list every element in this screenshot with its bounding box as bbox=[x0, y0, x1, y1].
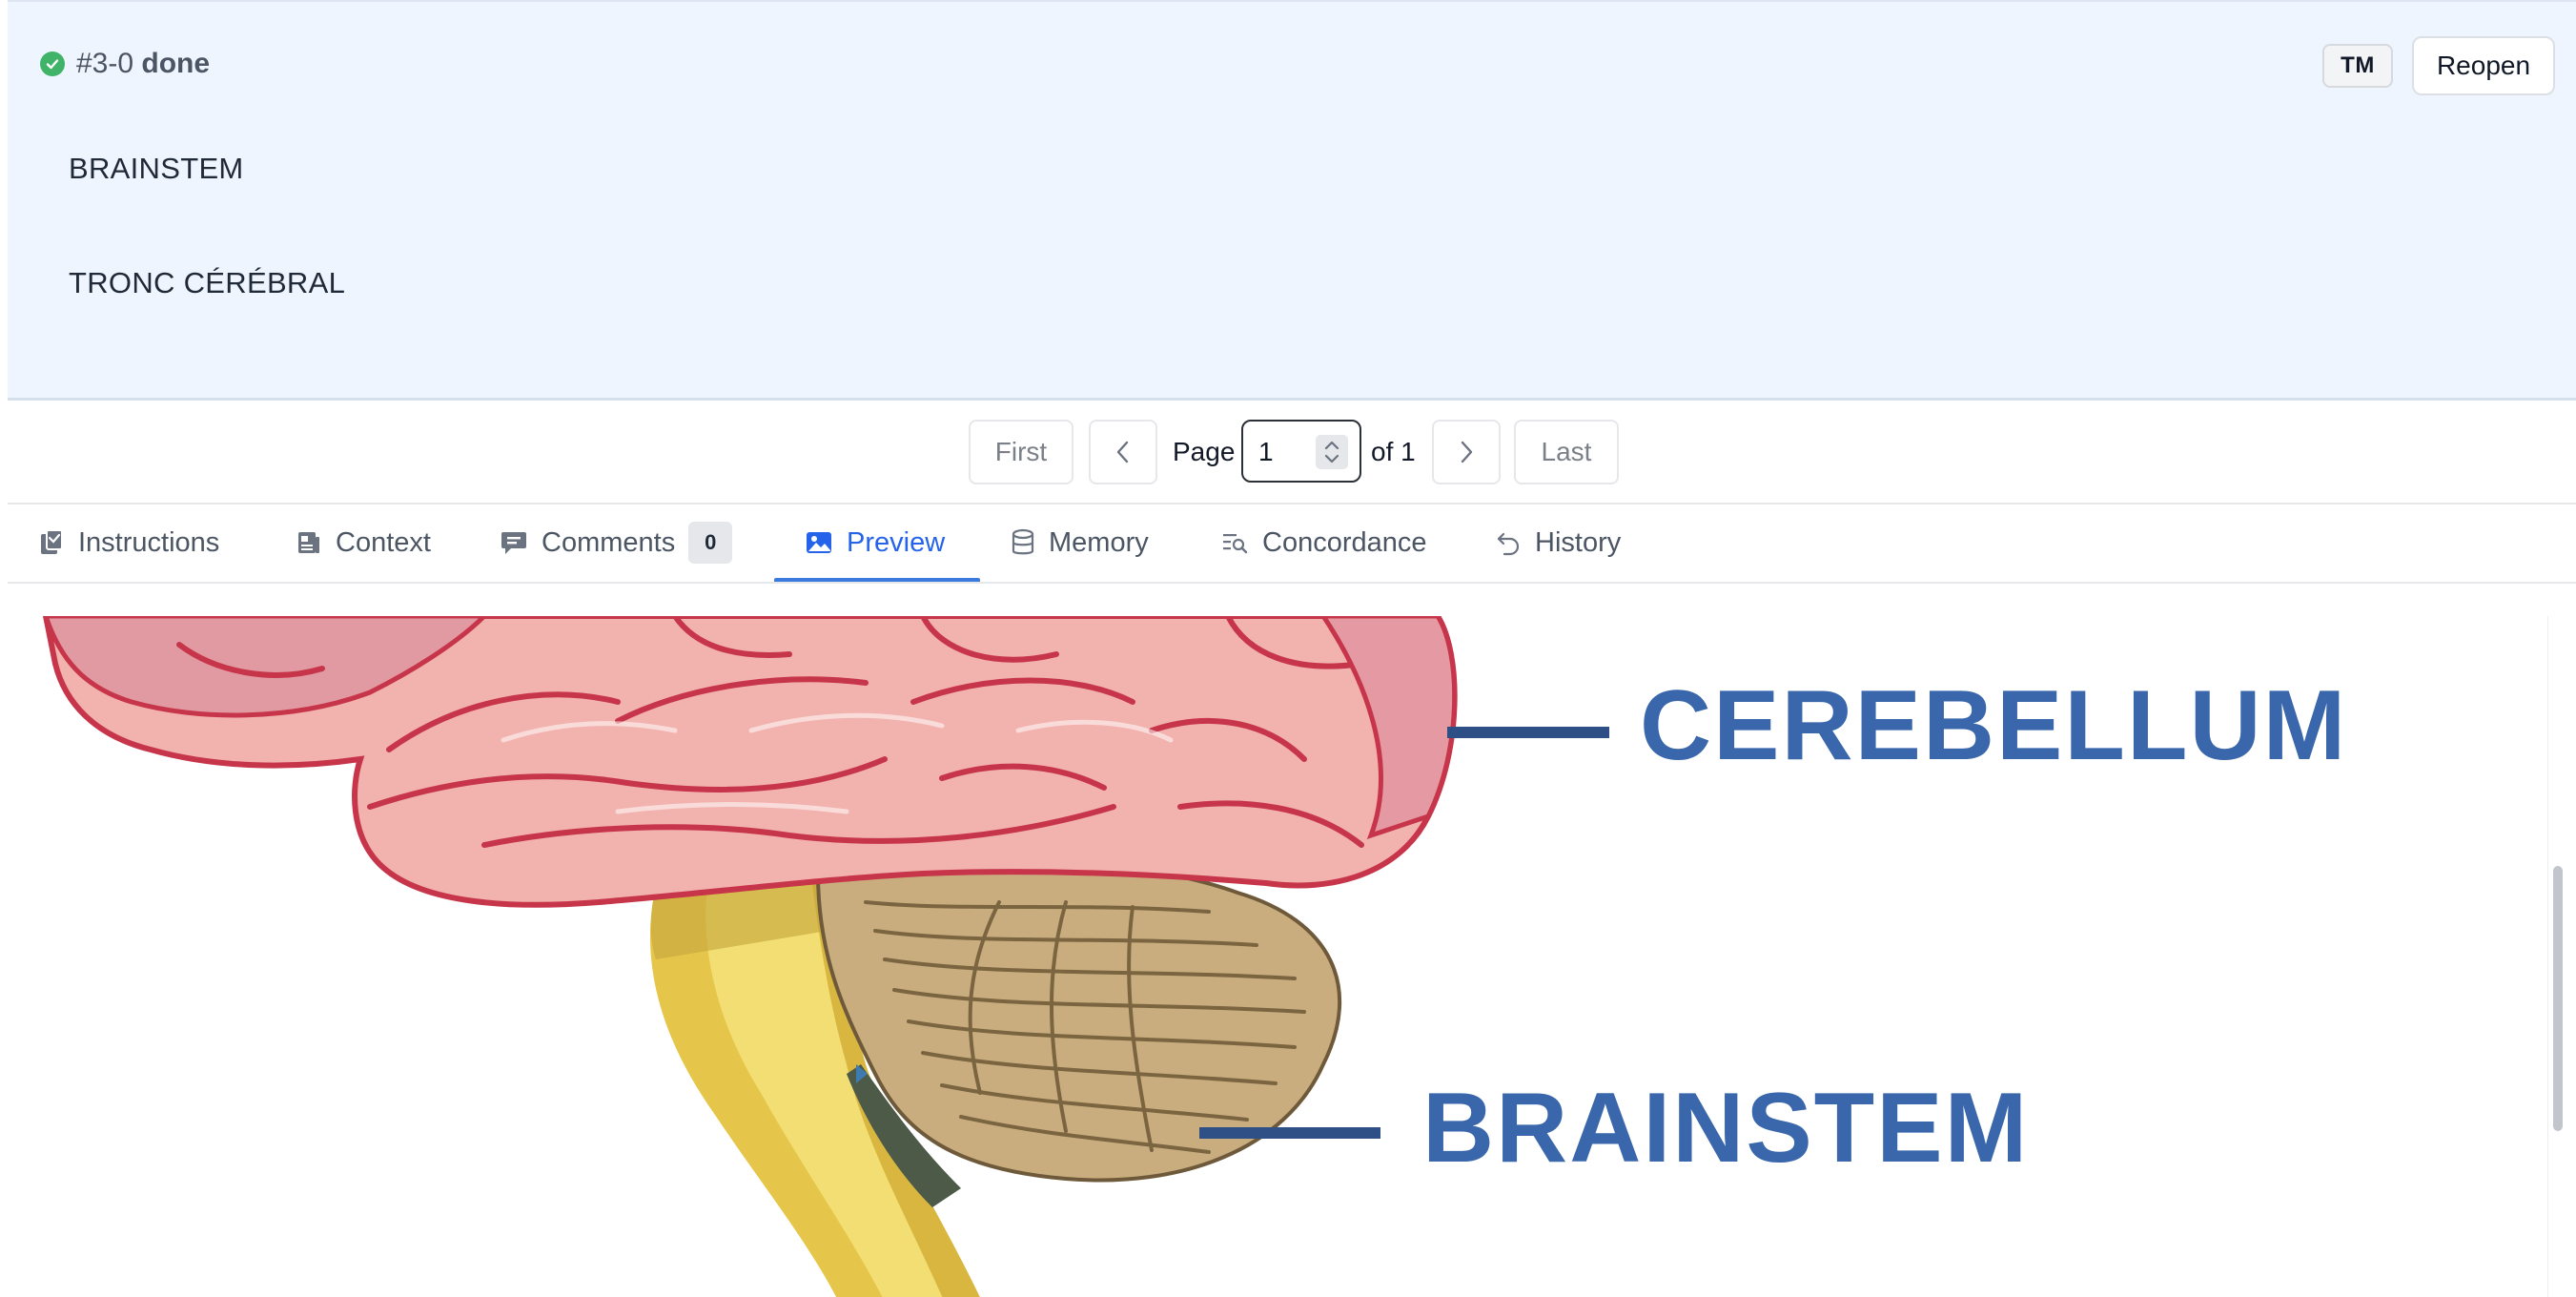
page-number-stepper[interactable] bbox=[1241, 420, 1361, 483]
preview-pane: CEREBELLUM BRAINSTEM bbox=[8, 616, 2544, 1297]
chevron-right-icon bbox=[1461, 441, 1473, 463]
segment-panel: #3-0 done BRAINSTEM TRONC CÉRÉBRAL TM Re… bbox=[8, 0, 2576, 401]
brain-illustration: CEREBELLUM BRAINSTEM bbox=[42, 616, 2347, 1297]
tab-label: Instructions bbox=[78, 526, 220, 558]
tab-preview[interactable]: Preview bbox=[805, 504, 945, 582]
tab-label: Memory bbox=[1049, 526, 1149, 558]
clipboard-icon bbox=[41, 529, 63, 554]
segment-id: #3-0 bbox=[76, 48, 134, 79]
tab-comments[interactable]: Comments 0 bbox=[500, 504, 733, 582]
tab-concordance[interactable]: Concordance bbox=[1220, 504, 1427, 582]
first-page-button[interactable]: First bbox=[969, 420, 1073, 484]
scrollbar-thumb[interactable] bbox=[2553, 866, 2563, 1131]
tab-history[interactable]: History bbox=[1495, 504, 1621, 582]
chevron-left-icon bbox=[1116, 441, 1129, 463]
preview-scrollbar[interactable] bbox=[2547, 616, 2566, 1297]
target-text[interactable]: TRONC CÉRÉBRAL bbox=[69, 266, 345, 300]
segment-status: #3-0 done bbox=[40, 48, 210, 80]
source-text: BRAINSTEM bbox=[69, 152, 244, 185]
tab-instructions[interactable]: Instructions bbox=[38, 504, 219, 582]
divider bbox=[8, 582, 2576, 584]
tab-label: Comments bbox=[542, 526, 676, 558]
tab-label: Context bbox=[336, 526, 431, 558]
text-search-icon bbox=[1223, 534, 1248, 554]
check-circle-icon bbox=[40, 51, 65, 76]
tab-context[interactable]: Context bbox=[296, 504, 431, 582]
database-icon bbox=[1012, 528, 1034, 555]
chat-bubble-icon bbox=[501, 532, 526, 554]
diagram-label-brainstem: BRAINSTEM bbox=[1422, 1073, 2029, 1184]
reopen-button[interactable]: Reopen bbox=[2412, 36, 2555, 95]
tab-label: Concordance bbox=[1262, 526, 1427, 558]
status-label: done bbox=[141, 48, 211, 79]
stepper-arrows-icon[interactable] bbox=[1316, 435, 1348, 469]
page-label: Page bbox=[1173, 437, 1236, 466]
previous-page-button[interactable] bbox=[1089, 420, 1157, 484]
page-number-input[interactable] bbox=[1258, 435, 1316, 469]
image-icon bbox=[807, 532, 831, 553]
next-page-button[interactable] bbox=[1432, 420, 1501, 484]
tab-memory[interactable]: Memory bbox=[1011, 504, 1149, 582]
pagination: First Page of 1 Last bbox=[0, 420, 2576, 486]
last-page-button[interactable]: Last bbox=[1514, 420, 1619, 484]
page-count-label: of 1 bbox=[1371, 437, 1416, 466]
diagram-label-cerebellum: CEREBELLUM bbox=[1640, 670, 2347, 781]
document-icon bbox=[298, 532, 319, 553]
status-text: #3-0 done bbox=[76, 48, 210, 80]
tm-badge[interactable]: TM bbox=[2322, 44, 2393, 88]
undo-arrow-icon bbox=[1497, 532, 1520, 556]
comment-count-badge: 0 bbox=[688, 522, 733, 564]
tab-label: History bbox=[1535, 526, 1622, 558]
tab-bar: Instructions Context Comments 0 Preview … bbox=[0, 504, 2576, 584]
tab-label: Preview bbox=[847, 526, 946, 558]
